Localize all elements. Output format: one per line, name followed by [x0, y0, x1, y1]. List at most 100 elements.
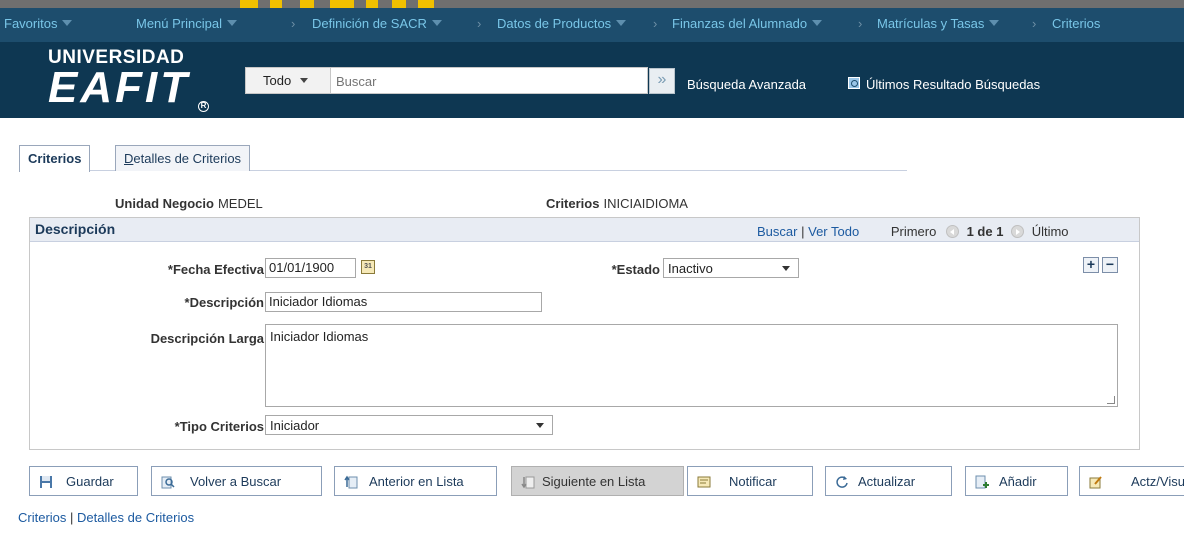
panel-title: Descripción [35, 221, 116, 237]
search-input[interactable] [336, 71, 636, 91]
next-row-icon[interactable] [1011, 225, 1025, 238]
unidad-negocio-value: MEDEL [217, 196, 263, 211]
toolbar-icon-decor [240, 0, 258, 8]
toolbar-icon-decor [270, 0, 282, 8]
nav-label: Datos de Productos [497, 16, 612, 31]
ultimo-label: Último [1031, 224, 1069, 239]
tipo-criterios-label: *Tipo Criterios [174, 419, 264, 434]
search-scope-dropdown[interactable]: Todo [246, 68, 331, 93]
criterios-value: INICIAIDIOMA [603, 196, 688, 211]
guardar-label: Guardar [66, 474, 114, 489]
nav-favoritos[interactable]: Favoritos [4, 16, 73, 31]
buscar-link[interactable]: Buscar [757, 224, 797, 239]
nav-datos-productos[interactable]: Datos de Productos [497, 16, 627, 31]
notificar-button[interactable]: Notificar [687, 466, 813, 496]
criterios-field: Criterios INICIAIDIOMA [546, 196, 688, 211]
nav-label: Definición de SACR [312, 16, 427, 31]
nav-label: Favoritos [4, 16, 58, 31]
actualizar-label: Actualizar [858, 474, 916, 489]
unidad-negocio-field: Unidad Negocio MEDEL [115, 196, 263, 211]
footer-divider: | [70, 510, 74, 525]
actz-visualizar-label: Actz/Visualizar [1131, 474, 1184, 489]
page-header: UNIVERSIDAD EAFIT R Todo » Búsqueda Avan… [0, 42, 1184, 118]
actualizar-button[interactable]: Actualizar [825, 466, 952, 496]
actz-visualizar-button[interactable]: Actz/Visualizar [1079, 466, 1184, 496]
add-row-button[interactable]: + [1083, 257, 1099, 273]
nav-label: Matrículas y Tasas [877, 16, 985, 31]
breadcrumb-separator-icon: › [291, 16, 296, 31]
calendar-icon[interactable]: 31 [361, 260, 375, 274]
nav-definicion-sacr[interactable]: Definición de SACR [312, 16, 442, 31]
add-icon [975, 475, 989, 489]
edit-view-icon [1089, 476, 1102, 489]
chevron-down-icon [536, 423, 544, 428]
row-count: 1 de 1 [966, 224, 1004, 239]
volver-a-buscar-label: Volver a Buscar [190, 474, 282, 489]
registered-icon: R [198, 101, 209, 112]
university-logo: UNIVERSIDAD EAFIT R [48, 48, 209, 112]
nav-menu-principal[interactable]: Menú Principal [136, 16, 237, 31]
descripcion-larga-textarea[interactable]: Iniciador Idiomas [265, 324, 1118, 407]
remove-row-button[interactable]: − [1102, 257, 1118, 273]
recent-search-icon [848, 77, 860, 89]
notify-icon [697, 476, 711, 488]
panel-pager: Buscar | Ver Todo Primero 1 de 1 Último [757, 224, 1069, 239]
tab-access-key: D [124, 151, 134, 166]
descripcion-larga-value: Iniciador Idiomas [270, 329, 369, 344]
next-list-icon [521, 476, 535, 489]
footer-link-criterios[interactable]: Criterios [18, 510, 66, 525]
logo-line2: EAFIT [48, 63, 191, 112]
ver-todo-link[interactable]: Ver Todo [808, 224, 859, 239]
recent-search-link[interactable]: Últimos Resultado Búsquedas [866, 77, 1040, 92]
chevron-down-icon [812, 20, 823, 26]
notificar-label: Notificar [729, 474, 777, 489]
previous-row-icon[interactable] [945, 225, 959, 238]
toolbar-icon-decor [418, 0, 434, 8]
anadir-button[interactable]: Añadir [965, 466, 1068, 496]
search-go-button[interactable]: » [649, 68, 675, 94]
chevron-down-icon [431, 20, 442, 26]
anadir-label: Añadir [999, 474, 1037, 489]
toolbar-icon-decor [366, 0, 378, 8]
tab-criterios[interactable]: Criterios [19, 145, 91, 172]
descripcion-label: *Descripción [184, 295, 264, 310]
footer-link-detalles[interactable]: Detalles de Criterios [77, 510, 194, 525]
search-box: Todo [245, 67, 648, 94]
chevron-down-icon [300, 78, 309, 83]
nav-matriculas-tasas[interactable]: Matrículas y Tasas [877, 16, 1000, 31]
toolbar-icon-decor [330, 0, 354, 8]
refresh-icon [836, 476, 848, 488]
nav-label: Menú Principal [136, 16, 222, 31]
fecha-efectiva-input[interactable]: 01/01/1900 [265, 258, 356, 278]
descripcion-larga-label: Descripción Larga [150, 331, 264, 346]
toolbar-icon-decor [392, 0, 406, 8]
previous-list-icon [344, 475, 358, 489]
tab-label: etalles de Criterios [133, 151, 242, 166]
chevron-down-icon [62, 20, 73, 26]
chevron-down-icon [616, 20, 627, 26]
pager-divider: | [801, 224, 805, 239]
descripcion-input[interactable]: Iniciador Idiomas [265, 292, 542, 312]
guardar-button[interactable]: Guardar [29, 466, 138, 496]
advanced-search-link[interactable]: Búsqueda Avanzada [687, 77, 806, 92]
navigation-bar: Favoritos Menú Principal › Definición de… [0, 8, 1184, 42]
tipo-criterios-value: Iniciador [270, 418, 320, 433]
tab-detalles-criterios[interactable]: Detalles de Criterios [115, 145, 251, 171]
tipo-criterios-select[interactable]: Iniciador [265, 415, 553, 435]
footer-links: Criterios | Detalles de Criterios [18, 510, 194, 525]
fecha-efectiva-label: *Fecha Efectiva [167, 262, 264, 277]
nav-label: Finanzas del Alumnado [672, 16, 808, 31]
estado-select[interactable]: Inactivo [663, 258, 799, 278]
siguiente-en-lista-button[interactable]: Siguiente en Lista [511, 466, 684, 496]
nav-finanzas-alumnado[interactable]: Finanzas del Alumnado [672, 16, 823, 31]
resize-grip-icon[interactable] [1107, 396, 1115, 404]
anterior-en-lista-button[interactable]: Anterior en Lista [334, 466, 497, 496]
double-chevron-right-icon: » [657, 71, 667, 88]
primero-label: Primero [890, 224, 937, 239]
nav-criterios[interactable]: Criterios [1052, 16, 1100, 31]
chevron-down-icon [989, 20, 1000, 26]
volver-a-buscar-button[interactable]: Volver a Buscar [151, 466, 322, 496]
breadcrumb-separator-icon: › [653, 16, 658, 31]
estado-value: Inactivo [668, 261, 713, 276]
chevron-down-icon [227, 20, 237, 26]
